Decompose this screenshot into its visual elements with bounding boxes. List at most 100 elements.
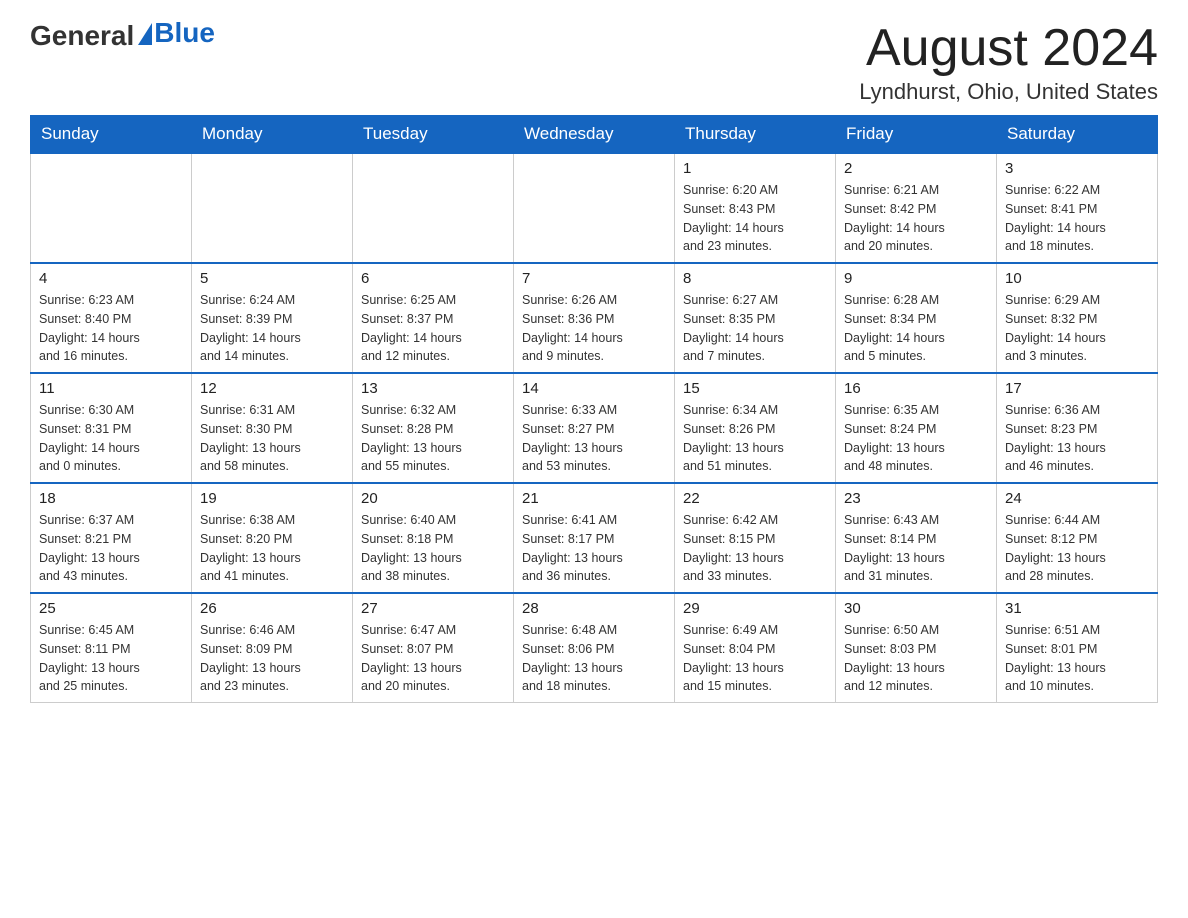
- logo-blue: Blue: [154, 17, 215, 49]
- day-number: 1: [683, 160, 827, 177]
- logo: General Blue: [30, 20, 215, 52]
- day-info: Sunrise: 6:29 AM Sunset: 8:32 PM Dayligh…: [1005, 291, 1149, 366]
- day-info: Sunrise: 6:33 AM Sunset: 8:27 PM Dayligh…: [522, 401, 666, 476]
- day-info: Sunrise: 6:25 AM Sunset: 8:37 PM Dayligh…: [361, 291, 505, 366]
- day-number: 9: [844, 270, 988, 287]
- calendar-cell: 2 Sunrise: 6:21 AM Sunset: 8:42 PM Daylig…: [836, 153, 997, 263]
- calendar-cell: 29 Sunrise: 6:49 AM Sunset: 8:04 PM Dayli…: [675, 593, 836, 703]
- calendar-cell: 21 Sunrise: 6:41 AM Sunset: 8:17 PM Dayli…: [514, 483, 675, 593]
- day-number: 16: [844, 380, 988, 397]
- calendar-cell: 5Sunrise: 6:24 AM Sunset: 8:39 PM Daylig…: [192, 263, 353, 373]
- day-info: Sunrise: 6:31 AM Sunset: 8:30 PM Dayligh…: [200, 401, 344, 476]
- day-number: 31: [1005, 600, 1149, 617]
- calendar-cell: 23 Sunrise: 6:43 AM Sunset: 8:14 PM Dayli…: [836, 483, 997, 593]
- calendar-cell: 24 Sunrise: 6:44 AM Sunset: 8:12 PM Dayli…: [997, 483, 1158, 593]
- day-info: Sunrise: 6:44 AM Sunset: 8:12 PM Dayligh…: [1005, 511, 1149, 586]
- calendar-cell: 3 Sunrise: 6:22 AM Sunset: 8:41 PM Daylig…: [997, 153, 1158, 263]
- day-info: Sunrise: 6:37 AM Sunset: 8:21 PM Dayligh…: [39, 511, 183, 586]
- calendar-cell: 9 Sunrise: 6:28 AM Sunset: 8:34 PM Daylig…: [836, 263, 997, 373]
- calendar-cell: 19 Sunrise: 6:38 AM Sunset: 8:20 PM Dayli…: [192, 483, 353, 593]
- calendar-cell: 17Sunrise: 6:36 AM Sunset: 8:23 PM Dayli…: [997, 373, 1158, 483]
- day-number: 12: [200, 380, 344, 397]
- day-info: Sunrise: 6:28 AM Sunset: 8:34 PM Dayligh…: [844, 291, 988, 366]
- day-info: Sunrise: 6:45 AM Sunset: 8:11 PM Dayligh…: [39, 621, 183, 696]
- day-info: Sunrise: 6:23 AM Sunset: 8:40 PM Dayligh…: [39, 291, 183, 366]
- calendar-cell: 7 Sunrise: 6:26 AM Sunset: 8:36 PM Daylig…: [514, 263, 675, 373]
- day-info: Sunrise: 6:35 AM Sunset: 8:24 PM Dayligh…: [844, 401, 988, 476]
- calendar-cell: 30Sunrise: 6:50 AM Sunset: 8:03 PM Dayli…: [836, 593, 997, 703]
- day-info: Sunrise: 6:51 AM Sunset: 8:01 PM Dayligh…: [1005, 621, 1149, 696]
- week-row-1: 1 Sunrise: 6:20 AM Sunset: 8:43 PM Daylig…: [31, 153, 1158, 263]
- calendar-cell: 13Sunrise: 6:32 AM Sunset: 8:28 PM Dayli…: [353, 373, 514, 483]
- weekday-header-thursday: Thursday: [675, 116, 836, 154]
- day-info: Sunrise: 6:30 AM Sunset: 8:31 PM Dayligh…: [39, 401, 183, 476]
- calendar-cell: 14Sunrise: 6:33 AM Sunset: 8:27 PM Dayli…: [514, 373, 675, 483]
- day-info: Sunrise: 6:49 AM Sunset: 8:04 PM Dayligh…: [683, 621, 827, 696]
- day-number: 24: [1005, 490, 1149, 507]
- calendar-table: SundayMondayTuesdayWednesdayThursdayFrid…: [30, 115, 1158, 703]
- day-number: 6: [361, 270, 505, 287]
- week-row-4: 18 Sunrise: 6:37 AM Sunset: 8:21 PM Dayli…: [31, 483, 1158, 593]
- calendar-cell: 22 Sunrise: 6:42 AM Sunset: 8:15 PM Dayli…: [675, 483, 836, 593]
- calendar-cell: 26 Sunrise: 6:46 AM Sunset: 8:09 PM Dayli…: [192, 593, 353, 703]
- calendar-cell: 28 Sunrise: 6:48 AM Sunset: 8:06 PM Dayli…: [514, 593, 675, 703]
- day-number: 7: [522, 270, 666, 287]
- logo-general: General: [30, 20, 134, 52]
- day-number: 10: [1005, 270, 1149, 287]
- page-header: General Blue August 2024 Lyndhurst, Ohio…: [30, 20, 1158, 105]
- day-number: 23: [844, 490, 988, 507]
- week-row-5: 25 Sunrise: 6:45 AM Sunset: 8:11 PM Dayli…: [31, 593, 1158, 703]
- calendar-cell: 16 Sunrise: 6:35 AM Sunset: 8:24 PM Dayli…: [836, 373, 997, 483]
- day-number: 3: [1005, 160, 1149, 177]
- day-info: Sunrise: 6:32 AM Sunset: 8:28 PM Dayligh…: [361, 401, 505, 476]
- weekday-header-monday: Monday: [192, 116, 353, 154]
- day-info: Sunrise: 6:36 AM Sunset: 8:23 PM Dayligh…: [1005, 401, 1149, 476]
- day-info: Sunrise: 6:34 AM Sunset: 8:26 PM Dayligh…: [683, 401, 827, 476]
- day-info: Sunrise: 6:22 AM Sunset: 8:41 PM Dayligh…: [1005, 181, 1149, 256]
- week-row-3: 11 Sunrise: 6:30 AM Sunset: 8:31 PM Dayli…: [31, 373, 1158, 483]
- day-info: Sunrise: 6:50 AM Sunset: 8:03 PM Dayligh…: [844, 621, 988, 696]
- calendar-cell: 20Sunrise: 6:40 AM Sunset: 8:18 PM Dayli…: [353, 483, 514, 593]
- calendar-cell: [353, 153, 514, 263]
- calendar-cell: 27Sunrise: 6:47 AM Sunset: 8:07 PM Dayli…: [353, 593, 514, 703]
- calendar-cell: [31, 153, 192, 263]
- weekday-header-wednesday: Wednesday: [514, 116, 675, 154]
- day-number: 11: [39, 380, 183, 397]
- day-number: 2: [844, 160, 988, 177]
- day-number: 28: [522, 600, 666, 617]
- calendar-cell: [514, 153, 675, 263]
- day-number: 8: [683, 270, 827, 287]
- day-info: Sunrise: 6:38 AM Sunset: 8:20 PM Dayligh…: [200, 511, 344, 586]
- calendar-cell: 31 Sunrise: 6:51 AM Sunset: 8:01 PM Dayli…: [997, 593, 1158, 703]
- day-number: 15: [683, 380, 827, 397]
- weekday-header-friday: Friday: [836, 116, 997, 154]
- day-info: Sunrise: 6:21 AM Sunset: 8:42 PM Dayligh…: [844, 181, 988, 256]
- title-block: August 2024 Lyndhurst, Ohio, United Stat…: [859, 20, 1158, 105]
- calendar-cell: 25 Sunrise: 6:45 AM Sunset: 8:11 PM Dayli…: [31, 593, 192, 703]
- day-info: Sunrise: 6:48 AM Sunset: 8:06 PM Dayligh…: [522, 621, 666, 696]
- day-info: Sunrise: 6:43 AM Sunset: 8:14 PM Dayligh…: [844, 511, 988, 586]
- day-number: 29: [683, 600, 827, 617]
- location: Lyndhurst, Ohio, United States: [859, 79, 1158, 105]
- calendar-cell: 6 Sunrise: 6:25 AM Sunset: 8:37 PM Daylig…: [353, 263, 514, 373]
- day-info: Sunrise: 6:41 AM Sunset: 8:17 PM Dayligh…: [522, 511, 666, 586]
- day-number: 18: [39, 490, 183, 507]
- weekday-header-row: SundayMondayTuesdayWednesdayThursdayFrid…: [31, 116, 1158, 154]
- weekday-header-saturday: Saturday: [997, 116, 1158, 154]
- calendar-cell: 1 Sunrise: 6:20 AM Sunset: 8:43 PM Daylig…: [675, 153, 836, 263]
- day-number: 26: [200, 600, 344, 617]
- day-number: 21: [522, 490, 666, 507]
- day-info: Sunrise: 6:47 AM Sunset: 8:07 PM Dayligh…: [361, 621, 505, 696]
- calendar-cell: 12 Sunrise: 6:31 AM Sunset: 8:30 PM Dayli…: [192, 373, 353, 483]
- calendar-cell: 10 Sunrise: 6:29 AM Sunset: 8:32 PM Dayli…: [997, 263, 1158, 373]
- weekday-header-tuesday: Tuesday: [353, 116, 514, 154]
- day-info: Sunrise: 6:20 AM Sunset: 8:43 PM Dayligh…: [683, 181, 827, 256]
- day-number: 22: [683, 490, 827, 507]
- day-info: Sunrise: 6:42 AM Sunset: 8:15 PM Dayligh…: [683, 511, 827, 586]
- week-row-2: 4Sunrise: 6:23 AM Sunset: 8:40 PM Daylig…: [31, 263, 1158, 373]
- day-info: Sunrise: 6:26 AM Sunset: 8:36 PM Dayligh…: [522, 291, 666, 366]
- day-info: Sunrise: 6:46 AM Sunset: 8:09 PM Dayligh…: [200, 621, 344, 696]
- day-number: 19: [200, 490, 344, 507]
- day-number: 25: [39, 600, 183, 617]
- calendar-cell: 18 Sunrise: 6:37 AM Sunset: 8:21 PM Dayli…: [31, 483, 192, 593]
